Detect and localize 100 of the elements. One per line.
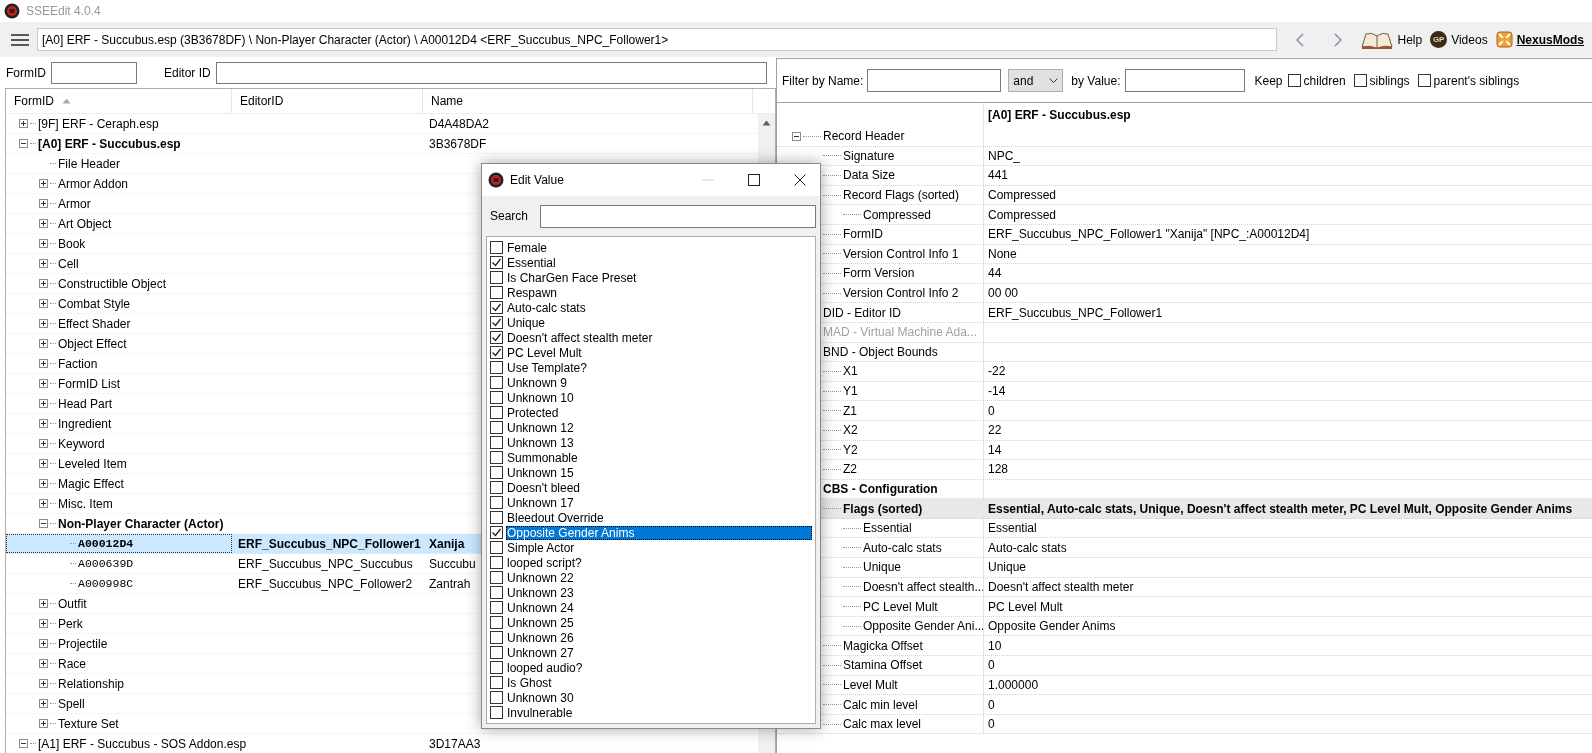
- collapse-icon[interactable]: [18, 139, 28, 148]
- checkbox[interactable]: [490, 286, 503, 299]
- tree-item[interactable]: Perk: [58, 616, 83, 631]
- record-field[interactable]: Y2: [843, 442, 858, 457]
- checkbox[interactable]: [490, 466, 503, 479]
- tree-item[interactable]: Book: [58, 236, 86, 251]
- tree-item[interactable]: [9F] ERF - Ceraph.esp: [38, 116, 159, 131]
- record-field[interactable]: Essential: [863, 521, 912, 536]
- tree-item[interactable]: Outfit: [58, 596, 87, 611]
- expand-icon[interactable]: [38, 279, 48, 288]
- scroll-up-icon[interactable]: [762, 120, 771, 126]
- expand-icon[interactable]: [38, 179, 48, 188]
- record-field[interactable]: Record Flags (sorted): [843, 188, 960, 203]
- checkbox[interactable]: [490, 331, 503, 344]
- record-field[interactable]: Record Header: [823, 129, 905, 144]
- record-field[interactable]: X1: [843, 364, 858, 379]
- checkbox[interactable]: [490, 361, 503, 374]
- tree-item[interactable]: FormID List: [58, 376, 120, 391]
- collapse-icon[interactable]: [38, 519, 48, 528]
- tree-item[interactable]: A00012D4: [78, 537, 134, 550]
- checkbox[interactable]: [490, 541, 503, 554]
- checkbox[interactable]: [490, 676, 503, 689]
- expand-icon[interactable]: [38, 239, 48, 248]
- videos-link[interactable]: Videos: [1451, 32, 1488, 47]
- collapse-icon[interactable]: [791, 131, 801, 141]
- column-header[interactable]: EditorID: [232, 89, 423, 113]
- expand-icon[interactable]: [38, 639, 48, 648]
- checkbox[interactable]: [490, 241, 503, 254]
- checkbox[interactable]: [1287, 74, 1301, 87]
- record-field[interactable]: Auto-calc stats: [863, 540, 942, 555]
- checkbox[interactable]: [490, 451, 503, 464]
- tree-row[interactable]: [A0] ERF - Succubus.esp 3B3678DF: [6, 134, 758, 154]
- checkbox[interactable]: [490, 301, 503, 314]
- flag-item[interactable]: Opposite Gender Anims: [506, 525, 812, 540]
- record-field[interactable]: BND - Object Bounds: [823, 344, 938, 359]
- expand-icon[interactable]: [18, 119, 28, 128]
- tree-item[interactable]: Race: [58, 656, 86, 671]
- tree-item[interactable]: [A1] ERF - Succubus - SOS Addon.esp: [38, 736, 247, 751]
- checkbox-label[interactable]: siblings: [1369, 73, 1410, 88]
- tree-item[interactable]: Armor: [58, 196, 91, 211]
- tree-item[interactable]: Keyword: [58, 436, 105, 451]
- tree-item[interactable]: Armor Addon: [58, 176, 129, 191]
- tree-item[interactable]: Faction: [58, 356, 98, 371]
- tree-item[interactable]: Magic Effect: [58, 476, 124, 491]
- checkbox[interactable]: [490, 496, 503, 509]
- maximize-icon[interactable]: [748, 174, 760, 186]
- back-icon[interactable]: [1295, 31, 1306, 48]
- record-field[interactable]: Version Control Info 2: [843, 286, 959, 301]
- tree-item[interactable]: Misc. Item: [58, 496, 113, 511]
- value-filter-field[interactable]: [1124, 69, 1245, 92]
- video-logo[interactable]: GP: [1430, 31, 1448, 48]
- expand-icon[interactable]: [38, 299, 48, 308]
- tree-item[interactable]: Object Effect: [58, 336, 127, 351]
- expand-icon[interactable]: [38, 719, 48, 728]
- expand-icon[interactable]: [38, 619, 48, 628]
- nexusmods-link[interactable]: NexusMods: [1516, 32, 1584, 47]
- checkbox[interactable]: [490, 601, 503, 614]
- record-field[interactable]: X2: [843, 423, 858, 438]
- close-icon[interactable]: [794, 174, 806, 186]
- expand-icon[interactable]: [38, 479, 48, 488]
- checkbox[interactable]: [490, 436, 503, 449]
- checkbox[interactable]: [1417, 74, 1431, 87]
- expand-icon[interactable]: [38, 219, 48, 228]
- operator-dropdown[interactable]: and: [1008, 69, 1064, 92]
- record-field[interactable]: Unique: [863, 560, 902, 575]
- record-field[interactable]: Form Version: [843, 266, 915, 281]
- record-row[interactable]: Record Header: [777, 127, 1592, 147]
- checkbox[interactable]: [490, 661, 503, 674]
- tree-item[interactable]: Constructible Object: [58, 276, 167, 291]
- checkbox[interactable]: [490, 316, 503, 329]
- record-field[interactable]: FormID: [843, 227, 883, 242]
- tree-item[interactable]: Combat Style: [58, 296, 131, 311]
- checkbox-label[interactable]: children: [1303, 73, 1346, 88]
- column-header[interactable]: FormID: [6, 89, 232, 113]
- expand-icon[interactable]: [38, 199, 48, 208]
- record-field[interactable]: Z1: [843, 403, 857, 418]
- expand-icon[interactable]: [38, 379, 48, 388]
- tree-item[interactable]: Head Part: [58, 396, 113, 411]
- search-field[interactable]: [540, 204, 816, 228]
- checkbox[interactable]: [490, 691, 503, 704]
- tree-item[interactable]: A000639D: [78, 557, 134, 570]
- path-field[interactable]: [A0] ERF - Succubus.esp (3B3678DF) \ Non-Player Character (Actor) \ A00012D4 <ERF_Succubus_NPC_Follower1>: [37, 28, 1278, 51]
- record-field[interactable]: Level Mult: [843, 677, 898, 692]
- tree-item[interactable]: Cell: [58, 256, 79, 271]
- expand-icon[interactable]: [38, 439, 48, 448]
- checkbox[interactable]: [490, 391, 503, 404]
- tree-item[interactable]: A000998C: [78, 577, 134, 590]
- checkbox[interactable]: [490, 271, 503, 284]
- record-field[interactable]: Flags (sorted): [843, 501, 923, 516]
- record-field[interactable]: PC Level Mult: [863, 599, 938, 614]
- expand-icon[interactable]: [38, 259, 48, 268]
- name-filter-field[interactable]: [867, 69, 1002, 92]
- tree-item[interactable]: Projectile: [58, 636, 108, 651]
- column-header[interactable]: Name: [423, 89, 753, 113]
- expand-icon[interactable]: [38, 659, 48, 668]
- tree-item[interactable]: Texture Set: [58, 716, 119, 731]
- expand-icon[interactable]: [38, 459, 48, 468]
- record-field[interactable]: Signature: [843, 148, 895, 163]
- record-field[interactable]: Compressed: [863, 207, 932, 222]
- record-field[interactable]: DID - Editor ID: [823, 305, 901, 320]
